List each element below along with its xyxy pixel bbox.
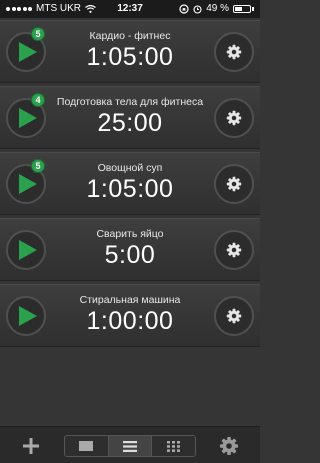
timer-card[interactable]: Сварить яйцо 5:00: [0, 218, 260, 281]
play-icon: [18, 42, 37, 62]
battery-tip: [252, 6, 254, 11]
view-mode-switch: [64, 435, 196, 457]
timer-duration: 1:05:00: [86, 43, 174, 71]
single-view-button[interactable]: [65, 436, 109, 456]
timer-title: Стиральная машина: [79, 294, 181, 306]
list-view-button[interactable]: [108, 436, 153, 456]
step-count-badge: 4: [31, 93, 45, 107]
grid-view-icon: [167, 440, 181, 452]
play-icon: [18, 174, 37, 194]
timer-settings-gear-icon: [226, 308, 242, 324]
status-bar: MTS UKR 12:37 49 %: [0, 0, 260, 18]
app-settings-gear-icon[interactable]: [219, 436, 239, 456]
play-icon: [18, 306, 37, 326]
battery-icon: [233, 4, 251, 13]
timer-title: Овощной суп: [97, 162, 163, 174]
timer-card[interactable]: 5 Овощной суп 1:05:00: [0, 152, 260, 215]
add-timer-button[interactable]: [20, 435, 42, 457]
timer-settings-gear-icon: [226, 110, 242, 126]
timer-duration: 5:00: [104, 241, 156, 269]
timer-settings-button[interactable]: [214, 296, 254, 336]
timer-settings-button[interactable]: [214, 98, 254, 138]
play-icon: [18, 108, 37, 128]
timer-duration: 1:05:00: [86, 175, 174, 203]
timer-card[interactable]: 4 Подготовка тела для фитнеса 25:00: [0, 86, 260, 149]
timer-settings-button[interactable]: [214, 164, 254, 204]
play-button[interactable]: [6, 230, 46, 270]
timer-title: Сварить яйцо: [96, 228, 164, 240]
timer-settings-gear-icon: [226, 44, 242, 60]
timer-settings-button[interactable]: [214, 230, 254, 270]
timer-title: Подготовка тела для фитнеса: [56, 96, 204, 108]
step-count-badge: 5: [31, 159, 45, 173]
timer-card[interactable]: 5 Кардио - фитнес 1:05:00: [0, 20, 260, 83]
timer-card[interactable]: Стиральная машина 1:00:00: [0, 284, 260, 347]
play-icon: [18, 240, 37, 260]
battery-percent: 49 %: [206, 3, 229, 14]
timer-settings-gear-icon: [226, 242, 242, 258]
alarm-icon: [193, 4, 202, 14]
timer-list: 5 Кардио - фитнес 1:05:00 4 Подготовка тела …: [0, 20, 260, 350]
bottom-toolbar: [0, 426, 260, 463]
rotation-lock-icon: [179, 3, 189, 14]
step-count-badge: 5: [31, 27, 45, 41]
timer-settings-gear-icon: [226, 176, 242, 192]
timer-settings-button[interactable]: [214, 32, 254, 72]
single-view-icon: [79, 441, 94, 451]
timer-duration: 25:00: [97, 109, 163, 137]
timer-duration: 1:00:00: [86, 307, 174, 335]
grid-view-button[interactable]: [152, 436, 195, 456]
play-button[interactable]: [6, 296, 46, 336]
timer-title: Кардио - фитнес: [89, 30, 171, 42]
list-view-icon: [123, 440, 137, 452]
